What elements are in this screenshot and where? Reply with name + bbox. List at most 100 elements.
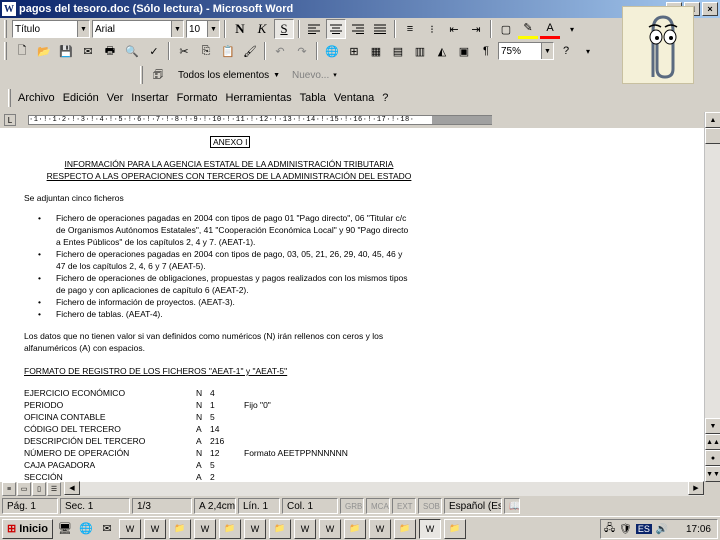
taskbar-word-window[interactable]: W xyxy=(318,518,341,539)
paste-icon[interactable]: 📋 xyxy=(218,41,238,61)
language-indicator[interactable]: ES xyxy=(635,524,652,534)
zoom-combo[interactable]: 75% ▼ xyxy=(498,42,554,60)
print-icon[interactable]: 🖶 xyxy=(100,41,120,61)
toolbar-grip[interactable] xyxy=(4,42,7,60)
show-markup-dropdown[interactable]: Todos los elementos ▼ xyxy=(178,70,290,81)
horizontal-scrollbar[interactable]: ◀ ▶ xyxy=(64,481,704,496)
toolbar-grip[interactable] xyxy=(140,66,143,84)
show-hide-icon[interactable]: ¶ xyxy=(476,41,496,61)
bullets-icon[interactable]: ⁝ xyxy=(422,19,442,39)
taskbar-word-window[interactable]: W xyxy=(368,518,391,539)
new-comment-button[interactable]: Nuevo... ▾ xyxy=(292,70,337,81)
status-language[interactable]: Español (Es xyxy=(444,498,502,514)
document-area[interactable]: ANEXO I INFORMACIÓN PARA LA AGENCIA ESTA… xyxy=(0,128,704,482)
status-trk[interactable]: MCA xyxy=(366,498,390,514)
taskbar-word-window[interactable]: W xyxy=(118,518,141,539)
print-preview-icon[interactable]: 🔍 xyxy=(122,41,142,61)
undo-icon[interactable]: ↶ xyxy=(270,41,290,61)
previous-page-icon[interactable]: ▲▲ xyxy=(705,434,720,450)
taskbar-word-window[interactable]: W xyxy=(293,518,316,539)
scroll-left-icon[interactable]: ◀ xyxy=(64,481,80,495)
security-icon[interactable]: 🛡 xyxy=(619,524,632,535)
email-icon[interactable]: ✉ xyxy=(78,41,98,61)
taskbar-word-window-active[interactable]: W xyxy=(418,518,441,539)
drawing-icon[interactable]: ◭ xyxy=(432,41,452,61)
save-icon[interactable]: 💾 xyxy=(56,41,76,61)
horizontal-ruler[interactable]: L ·1·!·1·2·!·3·!·4·!·5·!·6·!·7·!·8·!·9·!… xyxy=(0,112,704,128)
menu-ayuda[interactable]: ? xyxy=(378,92,392,104)
tab-selector-icon[interactable]: L xyxy=(4,114,16,126)
font-size-combo[interactable]: 10 ▼ xyxy=(186,20,220,38)
office-assistant[interactable] xyxy=(622,6,694,84)
browser-icon[interactable]: 🌐 xyxy=(77,520,95,538)
next-page-icon[interactable]: ▼▼ xyxy=(705,466,720,482)
status-ovr[interactable]: SOB xyxy=(418,498,442,514)
taskbar-folder-window[interactable]: 📁 xyxy=(443,518,466,539)
desktop-icon[interactable]: 🖥 xyxy=(56,520,74,538)
browse-object-icon[interactable]: ● xyxy=(705,450,720,466)
title-bar[interactable]: W pagos del tesoro.doc (Sólo lectura) - … xyxy=(0,0,720,18)
spelling-icon[interactable]: ✓ xyxy=(144,41,164,61)
decrease-indent-icon[interactable]: ⇤ xyxy=(444,19,464,39)
document-map-icon[interactable]: ▣ xyxy=(454,41,474,61)
align-center-icon[interactable] xyxy=(326,19,346,39)
new-document-icon[interactable]: 🗋 xyxy=(12,41,32,61)
status-ext[interactable]: EXT xyxy=(392,498,416,514)
taskbar-folder-window[interactable]: 📁 xyxy=(268,518,291,539)
scroll-right-icon[interactable]: ▶ xyxy=(688,481,704,495)
menu-herramientas[interactable]: Herramientas xyxy=(222,92,296,104)
format-painter-icon[interactable]: 🖌 xyxy=(240,41,260,61)
bold-button[interactable]: N xyxy=(230,19,250,39)
chevron-down-icon[interactable]: ▼ xyxy=(541,43,553,59)
status-rec[interactable]: GRB xyxy=(340,498,364,514)
numbering-icon[interactable]: ≡ xyxy=(400,19,420,39)
border-icon[interactable]: ▢ xyxy=(496,19,516,39)
display-review-icon[interactable]: 🗊 xyxy=(148,65,168,85)
taskbar-folder-window[interactable]: 📁 xyxy=(168,518,191,539)
help-icon[interactable]: ? xyxy=(556,41,576,61)
tables-borders-icon[interactable]: ⊞ xyxy=(344,41,364,61)
justify-icon[interactable] xyxy=(370,19,390,39)
web-view-icon[interactable]: ▭ xyxy=(17,482,31,496)
toolbar-grip[interactable] xyxy=(8,89,11,107)
redo-icon[interactable]: ↷ xyxy=(292,41,312,61)
style-combo[interactable]: Título ▼ xyxy=(12,20,90,38)
font-color-icon[interactable]: A xyxy=(540,19,560,39)
underline-button[interactable]: S xyxy=(274,19,294,39)
network-icon[interactable]: 🖧 xyxy=(604,521,615,538)
scroll-down-icon[interactable]: ▼ xyxy=(705,418,720,434)
start-button[interactable]: ⊞ Inicio xyxy=(2,518,53,539)
taskbar-word-window[interactable]: W xyxy=(243,518,266,539)
insert-table-icon[interactable]: ▦ xyxy=(366,41,386,61)
align-left-icon[interactable] xyxy=(304,19,324,39)
menu-ver[interactable]: Ver xyxy=(103,92,128,104)
taskbar-folder-window[interactable]: 📁 xyxy=(393,518,416,539)
hyperlink-icon[interactable]: 🌐 xyxy=(322,41,342,61)
taskbar-folder-window[interactable]: 📁 xyxy=(343,518,366,539)
chevron-down-icon[interactable]: ▼ xyxy=(171,21,183,37)
menu-ventana[interactable]: Ventana xyxy=(330,92,378,104)
taskbar-folder-window[interactable]: 📁 xyxy=(218,518,241,539)
scroll-thumb[interactable] xyxy=(705,128,720,144)
outlook-icon[interactable]: ✉ xyxy=(98,520,116,538)
menu-tabla[interactable]: Tabla xyxy=(296,92,330,104)
menu-insertar[interactable]: Insertar xyxy=(127,92,172,104)
menu-formato[interactable]: Formato xyxy=(173,92,222,104)
cut-icon[interactable]: ✂ xyxy=(174,41,194,61)
toolbar-grip[interactable] xyxy=(4,20,7,38)
close-button[interactable]: × xyxy=(702,2,718,16)
columns-icon[interactable]: ▥ xyxy=(410,41,430,61)
insert-excel-icon[interactable]: ▤ xyxy=(388,41,408,61)
outline-view-icon[interactable]: ☰ xyxy=(47,482,61,496)
chevron-down-icon[interactable]: ▾ xyxy=(578,41,598,61)
highlight-icon[interactable]: ✎ xyxy=(518,19,538,39)
clock[interactable]: 17:06 xyxy=(686,524,717,535)
italic-button[interactable]: K xyxy=(252,19,272,39)
font-combo[interactable]: Arial ▼ xyxy=(92,20,184,38)
scroll-up-icon[interactable]: ▲ xyxy=(705,112,720,128)
normal-view-icon[interactable]: ≡ xyxy=(2,482,16,496)
print-view-icon[interactable]: ▯ xyxy=(32,482,46,496)
open-folder-icon[interactable]: 📂 xyxy=(34,41,54,61)
copy-icon[interactable]: ⎘ xyxy=(196,41,216,61)
spelling-status-icon[interactable]: 📖 xyxy=(504,498,520,514)
